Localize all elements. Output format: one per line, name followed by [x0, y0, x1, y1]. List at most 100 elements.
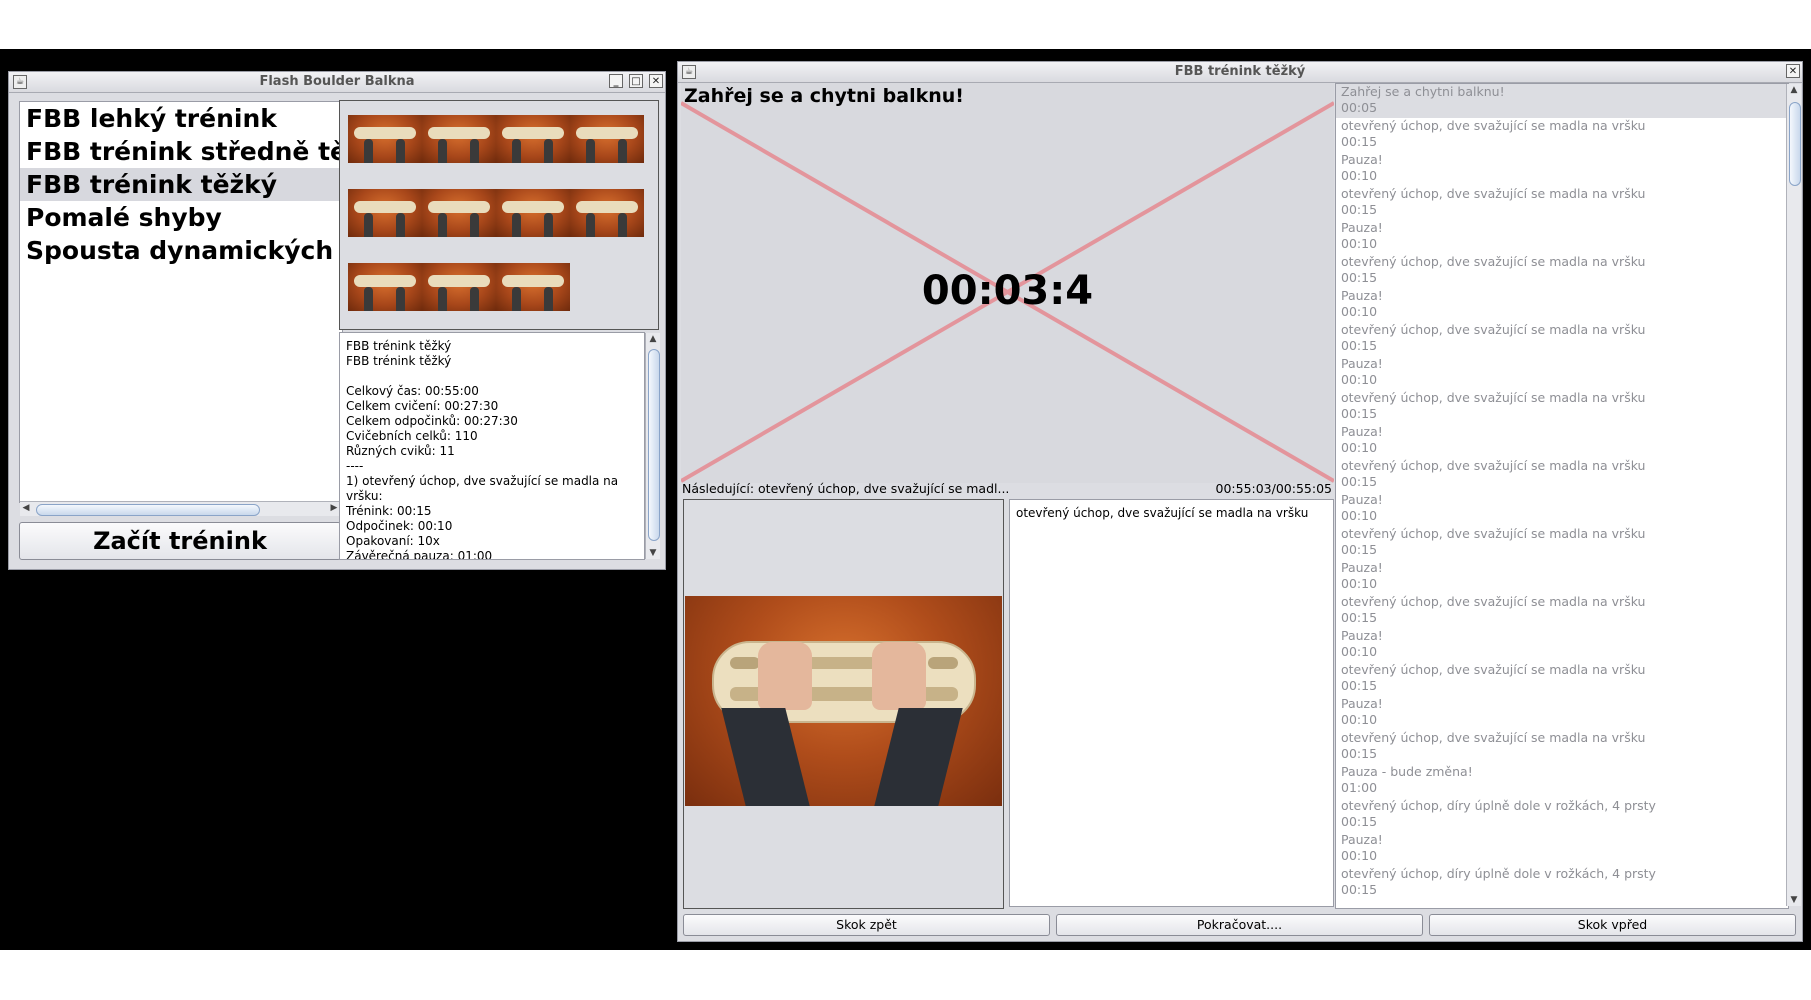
description-line: Závěrečná pauza: 01:00	[346, 549, 493, 560]
schedule-item[interactable]: Pauza! 00:10	[1336, 152, 1788, 186]
schedule-item-name: Pauza!	[1341, 220, 1383, 235]
exercise-thumbnail	[496, 115, 570, 163]
hscroll-thumb[interactable]	[36, 504, 260, 516]
schedule-item-time: 00:10	[1341, 508, 1378, 523]
minimize-icon[interactable]: _	[609, 74, 623, 88]
schedule-item[interactable]: Pauza! 00:10	[1336, 696, 1788, 730]
exercise-thumbnail	[496, 263, 570, 311]
main-window-titlebar[interactable]: ☕ Flash Boulder Balkna _ □ ✕	[9, 72, 665, 93]
schedule-item-name: otevřený úchop, dve svažující se madla n…	[1341, 594, 1646, 609]
schedule-item[interactable]: otevřený úchop, dve svažující se madla n…	[1336, 254, 1788, 288]
exercise-thumbnail	[496, 189, 570, 237]
exercise-text[interactable]: otevřený úchop, dve svažující se madla n…	[1009, 499, 1334, 907]
schedule-item-time: 00:15	[1341, 610, 1378, 625]
exercise-thumbnail	[348, 189, 422, 237]
description-vscrollbar[interactable]: ▲ ▼	[645, 333, 660, 559]
description-line: Celkový čas: 00:55:00	[346, 384, 479, 398]
workout-list-item[interactable]: Spousta dynamických skoků	[20, 234, 342, 267]
vscroll-thumb[interactable]	[1789, 102, 1801, 186]
schedule-item[interactable]: otevřený úchop, dve svažující se madla n…	[1336, 458, 1788, 492]
scroll-up-icon[interactable]: ▲	[1788, 85, 1800, 95]
schedule-item[interactable]: Zahřej se a chytni balknu! 00:05	[1336, 84, 1788, 118]
schedule-item[interactable]: otevřený úchop, dve svažující se madla n…	[1336, 118, 1788, 152]
schedule-item[interactable]: otevřený úchop, dve svažující se madla n…	[1336, 730, 1788, 764]
description-line: vršku:	[346, 489, 383, 503]
schedule-item-name: Pauza - bude změna!	[1341, 764, 1473, 779]
workout-list[interactable]: FBB lehký tréninkFBB trénink středně těž…	[19, 101, 343, 503]
schedule-item-name: otevřený úchop, dve svažující se madla n…	[1341, 730, 1646, 745]
exercise-text-content: otevřený úchop, dve svažující se madla n…	[1016, 506, 1309, 520]
scroll-left-icon[interactable]: ◀	[20, 503, 32, 513]
workout-list-item[interactable]: FBB trénink středně těžký	[20, 135, 342, 168]
schedule-item[interactable]: otevřený úchop, dve svažující se madla n…	[1336, 662, 1788, 696]
schedule-item-name: Zahřej se a chytni balknu!	[1341, 84, 1505, 99]
schedule-item[interactable]: Pauza! 00:10	[1336, 832, 1788, 866]
close-icon[interactable]: ✕	[649, 74, 663, 88]
elapsed-time: 00:55:03/00:55:05	[1215, 481, 1333, 496]
java-app-icon[interactable]: ☕	[13, 75, 27, 89]
start-training-button[interactable]: Začít trénink	[19, 522, 341, 560]
schedule-item[interactable]: Pauza! 00:10	[1336, 220, 1788, 254]
schedule-item-name: Pauza!	[1341, 832, 1383, 847]
schedule-item[interactable]: Pauza! 00:10	[1336, 560, 1788, 594]
schedule-item-name: otevřený úchop, dve svažující se madla n…	[1341, 118, 1646, 133]
left-hand	[758, 642, 812, 710]
schedule-item-time: 00:15	[1341, 814, 1378, 829]
description-line: Trénink: 00:15	[346, 504, 432, 518]
training-window-title: FBB trénink těžký	[1174, 64, 1306, 79]
continue-button[interactable]: Pokračovat....	[1056, 914, 1423, 936]
schedule-item-name: otevřený úchop, díry úplně dole v rožkác…	[1341, 798, 1656, 813]
skip-forward-button[interactable]: Skok vpřed	[1429, 914, 1796, 936]
preview-panel	[339, 100, 659, 330]
schedule-item[interactable]: Pauza! 00:10	[1336, 356, 1788, 390]
hangboard-photo	[685, 596, 1002, 806]
workout-description[interactable]: FBB trénink těžký FBB trénink těžký Celkov…	[339, 332, 645, 560]
training-window-titlebar[interactable]: ☕ FBB trénink těžký ✕	[678, 62, 1802, 83]
java-app-icon[interactable]: ☕	[682, 65, 696, 79]
scroll-down-icon[interactable]: ▼	[1788, 895, 1800, 905]
scroll-up-icon[interactable]: ▲	[647, 334, 659, 344]
schedule-item[interactable]: otevřený úchop, dve svažující se madla n…	[1336, 186, 1788, 220]
schedule-item-time: 00:10	[1341, 644, 1378, 659]
schedule-vscrollbar[interactable]: ▲ ▼	[1786, 84, 1801, 906]
description-line: Opakovaní: 10x	[346, 534, 440, 548]
schedule-item[interactable]: otevřený úchop, díry úplně dole v rožkác…	[1336, 798, 1788, 832]
workout-list-item[interactable]: Pomalé shyby	[20, 201, 342, 234]
description-line: ----	[346, 459, 364, 473]
schedule-item[interactable]: otevřený úchop, dve svažující se madla n…	[1336, 594, 1788, 628]
schedule-item-time: 00:10	[1341, 712, 1378, 727]
schedule-list[interactable]: Zahřej se a chytni balknu! 00:05 otevřený …	[1335, 83, 1789, 909]
schedule-item-time: 00:15	[1341, 746, 1378, 761]
schedule-item[interactable]: Pauza - bude změna! 01:00	[1336, 764, 1788, 798]
schedule-item-name: otevřený úchop, dve svažující se madla n…	[1341, 254, 1646, 269]
training-window: ☕ FBB trénink těžký ✕ Zahřej se a chytni…	[677, 61, 1803, 942]
schedule-item-time: 00:15	[1341, 542, 1378, 557]
schedule-item[interactable]: otevřený úchop, dve svažující se madla n…	[1336, 526, 1788, 560]
description-line: 1) otevřený úchop, dve svažující se madl…	[346, 474, 619, 488]
preview-row-2	[348, 189, 644, 237]
vscroll-thumb[interactable]	[648, 349, 660, 541]
scroll-down-icon[interactable]: ▼	[647, 548, 659, 558]
schedule-item-time: 00:15	[1341, 270, 1378, 285]
skip-back-button[interactable]: Skok zpět	[683, 914, 1050, 936]
description-line	[346, 369, 644, 384]
schedule-item[interactable]: Pauza! 00:10	[1336, 424, 1788, 458]
workout-list-item[interactable]: FBB lehký trénink	[20, 102, 342, 135]
main-window: ☕ Flash Boulder Balkna _ □ ✕ FBB lehký t…	[8, 71, 666, 570]
schedule-item[interactable]: otevřený úchop, dve svažující se madla n…	[1336, 390, 1788, 424]
exercise-thumbnail	[348, 115, 422, 163]
schedule-item[interactable]: otevřený úchop, díry úplně dole v rožkác…	[1336, 866, 1788, 900]
workout-list-hscrollbar[interactable]: ◀ ▶	[20, 501, 340, 516]
maximize-icon[interactable]: □	[629, 74, 643, 88]
schedule-item-time: 00:10	[1341, 440, 1378, 455]
schedule-item[interactable]: Pauza! 00:10	[1336, 492, 1788, 526]
schedule-item[interactable]: Pauza! 00:10	[1336, 288, 1788, 322]
workout-list-item[interactable]: FBB trénink těžký	[20, 168, 342, 201]
schedule-item-time: 00:10	[1341, 576, 1378, 591]
close-icon[interactable]: ✕	[1786, 64, 1800, 78]
schedule-item-name: otevřený úchop, dve svažující se madla n…	[1341, 662, 1646, 677]
schedule-item-time: 01:00	[1341, 780, 1378, 795]
countdown-clock: 00:03:4	[921, 268, 1094, 314]
schedule-item[interactable]: otevřený úchop, dve svažující se madla n…	[1336, 322, 1788, 356]
schedule-item[interactable]: Pauza! 00:10	[1336, 628, 1788, 662]
